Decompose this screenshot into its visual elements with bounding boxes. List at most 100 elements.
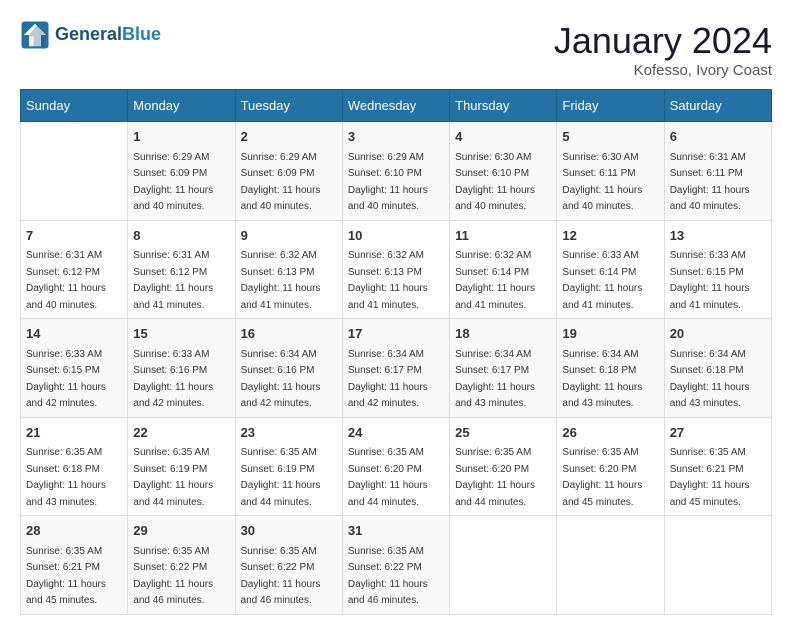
day-number: 1 bbox=[133, 127, 229, 147]
day-number: 10 bbox=[348, 226, 444, 246]
day-info: Sunrise: 6:35 AMSunset: 6:21 PMDaylight:… bbox=[26, 546, 106, 607]
day-number: 13 bbox=[670, 226, 766, 246]
day-info: Sunrise: 6:34 AMSunset: 6:18 PMDaylight:… bbox=[562, 349, 642, 410]
calendar-cell: 4 Sunrise: 6:30 AMSunset: 6:10 PMDayligh… bbox=[450, 122, 557, 221]
calendar-body: 1 Sunrise: 6:29 AMSunset: 6:09 PMDayligh… bbox=[21, 122, 772, 615]
calendar-cell: 14 Sunrise: 6:33 AMSunset: 6:15 PMDaylig… bbox=[21, 319, 128, 418]
day-info: Sunrise: 6:35 AMSunset: 6:22 PMDaylight:… bbox=[348, 546, 428, 607]
day-number: 5 bbox=[562, 127, 658, 147]
calendar-cell bbox=[557, 516, 664, 615]
calendar-week-3: 14 Sunrise: 6:33 AMSunset: 6:15 PMDaylig… bbox=[21, 319, 772, 418]
logo-icon bbox=[20, 20, 50, 50]
day-info: Sunrise: 6:33 AMSunset: 6:16 PMDaylight:… bbox=[133, 349, 213, 410]
day-info: Sunrise: 6:29 AMSunset: 6:09 PMDaylight:… bbox=[241, 152, 321, 213]
col-saturday: Saturday bbox=[664, 90, 771, 122]
day-number: 7 bbox=[26, 226, 122, 246]
day-info: Sunrise: 6:35 AMSunset: 6:21 PMDaylight:… bbox=[670, 447, 750, 508]
day-info: Sunrise: 6:32 AMSunset: 6:13 PMDaylight:… bbox=[241, 250, 321, 311]
calendar-cell: 19 Sunrise: 6:34 AMSunset: 6:18 PMDaylig… bbox=[557, 319, 664, 418]
calendar-cell: 9 Sunrise: 6:32 AMSunset: 6:13 PMDayligh… bbox=[235, 220, 342, 319]
day-info: Sunrise: 6:33 AMSunset: 6:14 PMDaylight:… bbox=[562, 250, 642, 311]
logo-blue: Blue bbox=[122, 24, 161, 44]
calendar-cell: 3 Sunrise: 6:29 AMSunset: 6:10 PMDayligh… bbox=[342, 122, 449, 221]
col-friday: Friday bbox=[557, 90, 664, 122]
day-number: 31 bbox=[348, 521, 444, 541]
day-number: 22 bbox=[133, 423, 229, 443]
day-number: 24 bbox=[348, 423, 444, 443]
calendar-cell: 29 Sunrise: 6:35 AMSunset: 6:22 PMDaylig… bbox=[128, 516, 235, 615]
calendar-cell: 10 Sunrise: 6:32 AMSunset: 6:13 PMDaylig… bbox=[342, 220, 449, 319]
day-info: Sunrise: 6:29 AMSunset: 6:09 PMDaylight:… bbox=[133, 152, 213, 213]
day-info: Sunrise: 6:35 AMSunset: 6:18 PMDaylight:… bbox=[26, 447, 106, 508]
calendar-cell: 30 Sunrise: 6:35 AMSunset: 6:22 PMDaylig… bbox=[235, 516, 342, 615]
day-info: Sunrise: 6:31 AMSunset: 6:12 PMDaylight:… bbox=[133, 250, 213, 311]
calendar-cell: 26 Sunrise: 6:35 AMSunset: 6:20 PMDaylig… bbox=[557, 417, 664, 516]
month-title: January 2024 bbox=[554, 20, 772, 62]
calendar-cell: 23 Sunrise: 6:35 AMSunset: 6:19 PMDaylig… bbox=[235, 417, 342, 516]
day-number: 30 bbox=[241, 521, 337, 541]
logo-general: General bbox=[55, 24, 122, 44]
day-info: Sunrise: 6:35 AMSunset: 6:19 PMDaylight:… bbox=[133, 447, 213, 508]
day-number: 6 bbox=[670, 127, 766, 147]
day-info: Sunrise: 6:35 AMSunset: 6:19 PMDaylight:… bbox=[241, 447, 321, 508]
col-sunday: Sunday bbox=[21, 90, 128, 122]
day-info: Sunrise: 6:35 AMSunset: 6:20 PMDaylight:… bbox=[455, 447, 535, 508]
day-number: 28 bbox=[26, 521, 122, 541]
calendar-cell: 13 Sunrise: 6:33 AMSunset: 6:15 PMDaylig… bbox=[664, 220, 771, 319]
day-number: 2 bbox=[241, 127, 337, 147]
day-info: Sunrise: 6:31 AMSunset: 6:12 PMDaylight:… bbox=[26, 250, 106, 311]
day-number: 17 bbox=[348, 324, 444, 344]
col-monday: Monday bbox=[128, 90, 235, 122]
calendar-cell: 16 Sunrise: 6:34 AMSunset: 6:16 PMDaylig… bbox=[235, 319, 342, 418]
calendar-cell: 21 Sunrise: 6:35 AMSunset: 6:18 PMDaylig… bbox=[21, 417, 128, 516]
day-info: Sunrise: 6:32 AMSunset: 6:13 PMDaylight:… bbox=[348, 250, 428, 311]
day-number: 9 bbox=[241, 226, 337, 246]
day-number: 14 bbox=[26, 324, 122, 344]
day-info: Sunrise: 6:33 AMSunset: 6:15 PMDaylight:… bbox=[670, 250, 750, 311]
location: Kofesso, Ivory Coast bbox=[554, 62, 772, 79]
day-info: Sunrise: 6:30 AMSunset: 6:11 PMDaylight:… bbox=[562, 152, 642, 213]
day-info: Sunrise: 6:33 AMSunset: 6:15 PMDaylight:… bbox=[26, 349, 106, 410]
calendar-cell bbox=[664, 516, 771, 615]
col-tuesday: Tuesday bbox=[235, 90, 342, 122]
day-number: 23 bbox=[241, 423, 337, 443]
col-wednesday: Wednesday bbox=[342, 90, 449, 122]
logo: GeneralBlue bbox=[20, 20, 161, 50]
calendar-week-4: 21 Sunrise: 6:35 AMSunset: 6:18 PMDaylig… bbox=[21, 417, 772, 516]
calendar-cell: 18 Sunrise: 6:34 AMSunset: 6:17 PMDaylig… bbox=[450, 319, 557, 418]
calendar-cell: 1 Sunrise: 6:29 AMSunset: 6:09 PMDayligh… bbox=[128, 122, 235, 221]
day-number: 16 bbox=[241, 324, 337, 344]
calendar-cell: 15 Sunrise: 6:33 AMSunset: 6:16 PMDaylig… bbox=[128, 319, 235, 418]
page-header: GeneralBlue January 2024 Kofesso, Ivory … bbox=[20, 20, 772, 79]
calendar-week-5: 28 Sunrise: 6:35 AMSunset: 6:21 PMDaylig… bbox=[21, 516, 772, 615]
day-number: 27 bbox=[670, 423, 766, 443]
day-number: 11 bbox=[455, 226, 551, 246]
calendar-cell: 24 Sunrise: 6:35 AMSunset: 6:20 PMDaylig… bbox=[342, 417, 449, 516]
day-number: 25 bbox=[455, 423, 551, 443]
day-info: Sunrise: 6:31 AMSunset: 6:11 PMDaylight:… bbox=[670, 152, 750, 213]
calendar-cell: 5 Sunrise: 6:30 AMSunset: 6:11 PMDayligh… bbox=[557, 122, 664, 221]
day-info: Sunrise: 6:34 AMSunset: 6:18 PMDaylight:… bbox=[670, 349, 750, 410]
day-info: Sunrise: 6:30 AMSunset: 6:10 PMDaylight:… bbox=[455, 152, 535, 213]
calendar-cell: 12 Sunrise: 6:33 AMSunset: 6:14 PMDaylig… bbox=[557, 220, 664, 319]
day-info: Sunrise: 6:34 AMSunset: 6:17 PMDaylight:… bbox=[348, 349, 428, 410]
day-info: Sunrise: 6:35 AMSunset: 6:20 PMDaylight:… bbox=[562, 447, 642, 508]
calendar-cell bbox=[450, 516, 557, 615]
day-number: 20 bbox=[670, 324, 766, 344]
day-number: 29 bbox=[133, 521, 229, 541]
calendar-cell: 17 Sunrise: 6:34 AMSunset: 6:17 PMDaylig… bbox=[342, 319, 449, 418]
day-info: Sunrise: 6:34 AMSunset: 6:17 PMDaylight:… bbox=[455, 349, 535, 410]
calendar-cell: 8 Sunrise: 6:31 AMSunset: 6:12 PMDayligh… bbox=[128, 220, 235, 319]
day-number: 3 bbox=[348, 127, 444, 147]
logo-text: GeneralBlue bbox=[55, 24, 161, 46]
day-info: Sunrise: 6:32 AMSunset: 6:14 PMDaylight:… bbox=[455, 250, 535, 311]
calendar-cell: 6 Sunrise: 6:31 AMSunset: 6:11 PMDayligh… bbox=[664, 122, 771, 221]
day-info: Sunrise: 6:29 AMSunset: 6:10 PMDaylight:… bbox=[348, 152, 428, 213]
calendar-cell: 11 Sunrise: 6:32 AMSunset: 6:14 PMDaylig… bbox=[450, 220, 557, 319]
calendar-cell bbox=[21, 122, 128, 221]
title-block: January 2024 Kofesso, Ivory Coast bbox=[554, 20, 772, 79]
day-number: 21 bbox=[26, 423, 122, 443]
day-info: Sunrise: 6:35 AMSunset: 6:22 PMDaylight:… bbox=[133, 546, 213, 607]
day-info: Sunrise: 6:35 AMSunset: 6:20 PMDaylight:… bbox=[348, 447, 428, 508]
calendar-cell: 28 Sunrise: 6:35 AMSunset: 6:21 PMDaylig… bbox=[21, 516, 128, 615]
